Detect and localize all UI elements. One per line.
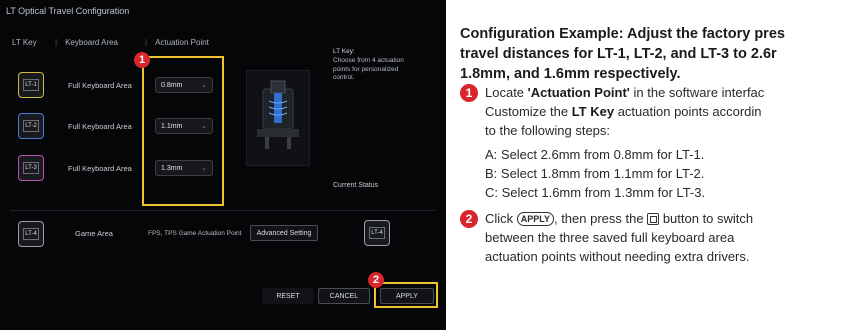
- lt-key-note-text: Choose from 4 actuation points for perso…: [333, 56, 404, 82]
- current-status-label: Current Status: [333, 182, 379, 189]
- instructions-panel: Configuration Example: Adjust the factor…: [460, 0, 861, 330]
- instruction-step1-badge: 1: [460, 84, 478, 102]
- reset-button[interactable]: RESET: [262, 288, 314, 304]
- step1-line1: Locate 'Actuation Point' in the software…: [485, 85, 765, 100]
- software-screenshot: LT Optical Travel Configuration LT Key K…: [0, 0, 446, 330]
- instruction-step2-badge: 2: [460, 210, 478, 228]
- apply-pill-icon: APPLY: [516, 212, 554, 226]
- step1-substep-a: A: Select 2.6mm from 0.8mm for LT-1.: [485, 147, 705, 162]
- step1-line3: to the following steps:: [485, 123, 611, 138]
- actuation-highlight-box: [142, 56, 224, 206]
- window-title: LT Optical Travel Configuration: [6, 6, 130, 16]
- header-lt-key: LT Key: [12, 38, 37, 47]
- step2-badge: 2: [368, 272, 384, 288]
- game-area-label: Game Area: [75, 229, 113, 238]
- lt1-key-icon: LT-1: [18, 72, 44, 98]
- instructions-title: Configuration Example: Adjust the factor…: [460, 26, 785, 82]
- row1-area: Full Keyboard Area: [68, 81, 132, 90]
- row3-area: Full Keyboard Area: [68, 164, 132, 173]
- header-keyboard-area: Keyboard Area: [55, 38, 118, 47]
- lt-key-button-icon: [647, 213, 660, 225]
- apply-highlight-box: [374, 282, 438, 308]
- game-area-description: FPS, TPS Game Actuation Point: [148, 230, 242, 237]
- step1-substep-c: C: Select 1.6mm from 1.3mm for LT-3.: [485, 185, 706, 200]
- step2-line3: actuation points without needing extra d…: [485, 249, 750, 264]
- divider: [10, 210, 436, 211]
- step2-line1: Click APPLY, then press the button to sw…: [485, 211, 754, 226]
- step1-substep-b: B: Select 1.8mm from 1.1mm for LT-2.: [485, 166, 705, 181]
- advanced-setting-button[interactable]: Advanced Setting: [250, 225, 318, 241]
- step1-badge: 1: [134, 52, 150, 68]
- optical-switch-image: [246, 70, 310, 166]
- row2-area: Full Keyboard Area: [68, 122, 132, 131]
- lt4-key-icon: LT-4: [18, 221, 44, 247]
- lt-key-note-title: LT Key:: [333, 48, 355, 55]
- lt2-key-icon: LT-2: [18, 113, 44, 139]
- current-status-key-icon: LT-4: [364, 220, 390, 246]
- header-actuation-point: Actuation Point: [145, 38, 209, 47]
- lt3-key-icon: LT-3: [18, 155, 44, 181]
- cancel-button[interactable]: CANCEL: [318, 288, 370, 304]
- step1-line2: Customize the LT Key actuation points ac…: [485, 104, 762, 119]
- lt-key-note: LT Key: Choose from 4 actuation points f…: [333, 48, 413, 83]
- step2-line2: between the three saved full keyboard ar…: [485, 230, 735, 245]
